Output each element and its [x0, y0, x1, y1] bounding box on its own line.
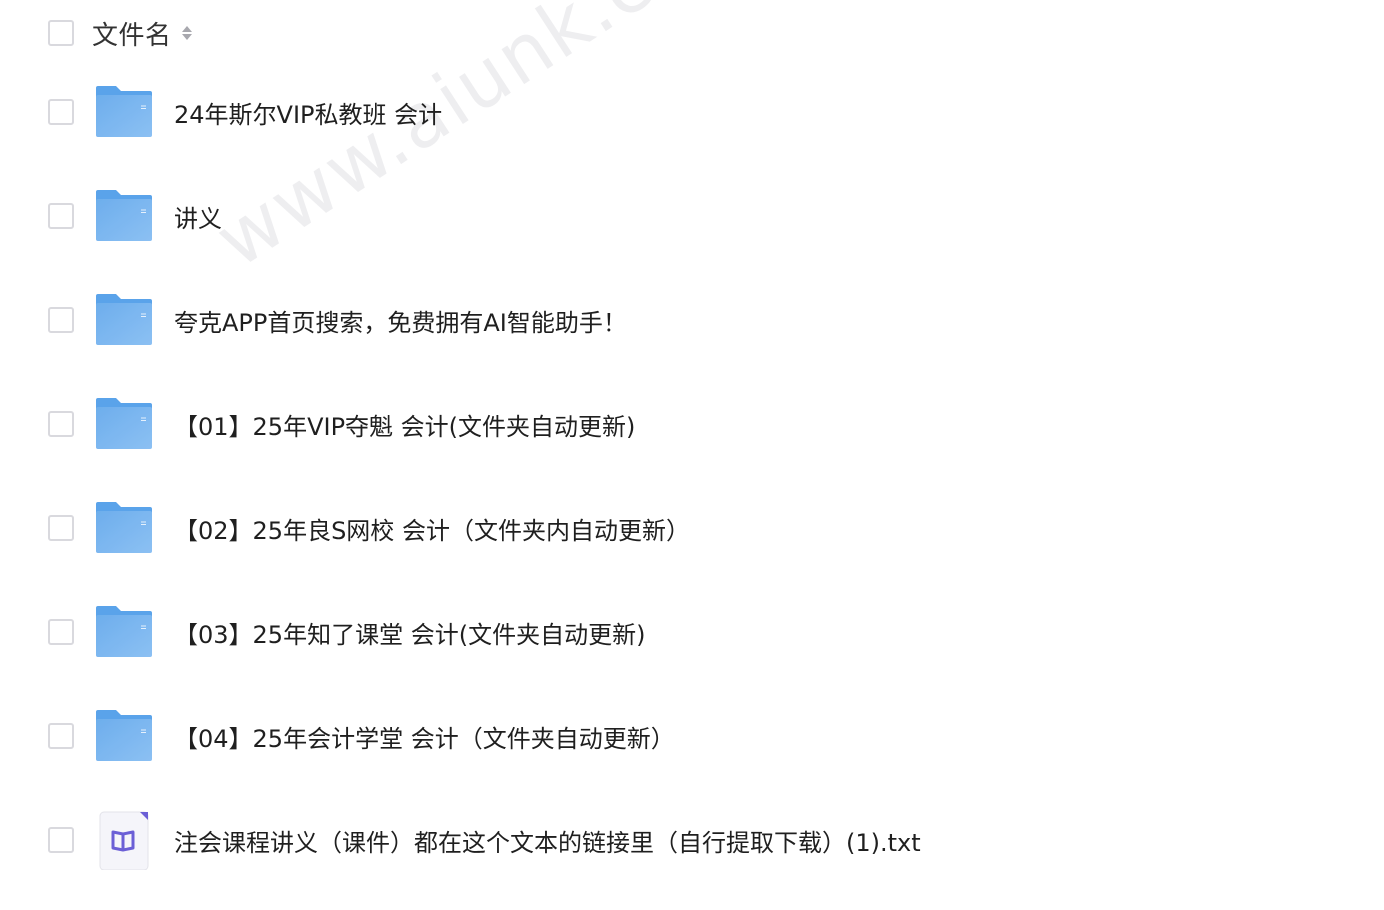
file-name[interactable]: 讲义: [174, 199, 222, 234]
row-checkbox[interactable]: [48, 515, 74, 541]
file-icon-wrap: [94, 394, 154, 454]
file-name[interactable]: 【04】25年会计学堂 会计（文件夹自动更新）: [174, 719, 675, 754]
file-icon-wrap: [94, 186, 154, 246]
file-row[interactable]: 【04】25年会计学堂 会计（文件夹自动更新）: [48, 684, 1348, 788]
folder-icon: [96, 502, 152, 553]
file-row[interactable]: 【02】25年良S网校 会计（文件夹内自动更新）: [48, 476, 1348, 580]
sort-icon[interactable]: [180, 20, 194, 46]
file-name[interactable]: 夸克APP首页搜索，免费拥有AI智能助手！: [174, 303, 627, 338]
row-checkbox[interactable]: [48, 411, 74, 437]
file-name[interactable]: 注会课程讲义（课件）都在这个文本的链接里（自行提取下载）(1).txt: [174, 823, 921, 858]
folder-icon: [96, 606, 152, 657]
row-checkbox[interactable]: [48, 723, 74, 749]
file-row[interactable]: 【01】25年VIP夺魁 会计(文件夹自动更新): [48, 372, 1348, 476]
file-name[interactable]: 【02】25年良S网校 会计（文件夹内自动更新）: [174, 511, 690, 546]
folder-icon: [96, 398, 152, 449]
file-icon-wrap: [94, 810, 154, 870]
file-icon-wrap: [94, 290, 154, 350]
folder-icon: [96, 86, 152, 137]
file-icon-wrap: [94, 706, 154, 766]
select-all-checkbox[interactable]: [48, 20, 74, 46]
file-icon-wrap: [94, 498, 154, 558]
list-header: 文件名: [48, 15, 194, 52]
folder-icon: [96, 190, 152, 241]
column-header-filename[interactable]: 文件名: [92, 15, 172, 52]
row-checkbox[interactable]: [48, 619, 74, 645]
file-row[interactable]: 注会课程讲义（课件）都在这个文本的链接里（自行提取下载）(1).txt: [48, 788, 1348, 892]
folder-icon: [96, 294, 152, 345]
row-checkbox[interactable]: [48, 307, 74, 333]
file-row[interactable]: 讲义: [48, 164, 1348, 268]
row-checkbox[interactable]: [48, 99, 74, 125]
book-icon: [99, 811, 149, 870]
file-row[interactable]: 24年斯尔VIP私教班 会计: [48, 60, 1348, 164]
folder-icon: [96, 710, 152, 761]
file-icon-wrap: [94, 602, 154, 662]
row-checkbox[interactable]: [48, 203, 74, 229]
file-name[interactable]: 【03】25年知了课堂 会计(文件夹自动更新): [174, 615, 645, 650]
file-name[interactable]: 24年斯尔VIP私教班 会计: [174, 95, 442, 130]
file-row[interactable]: 【03】25年知了课堂 会计(文件夹自动更新): [48, 580, 1348, 684]
row-checkbox[interactable]: [48, 827, 74, 853]
file-row[interactable]: 夸克APP首页搜索，免费拥有AI智能助手！: [48, 268, 1348, 372]
file-icon-wrap: [94, 82, 154, 142]
file-name[interactable]: 【01】25年VIP夺魁 会计(文件夹自动更新): [174, 407, 635, 442]
